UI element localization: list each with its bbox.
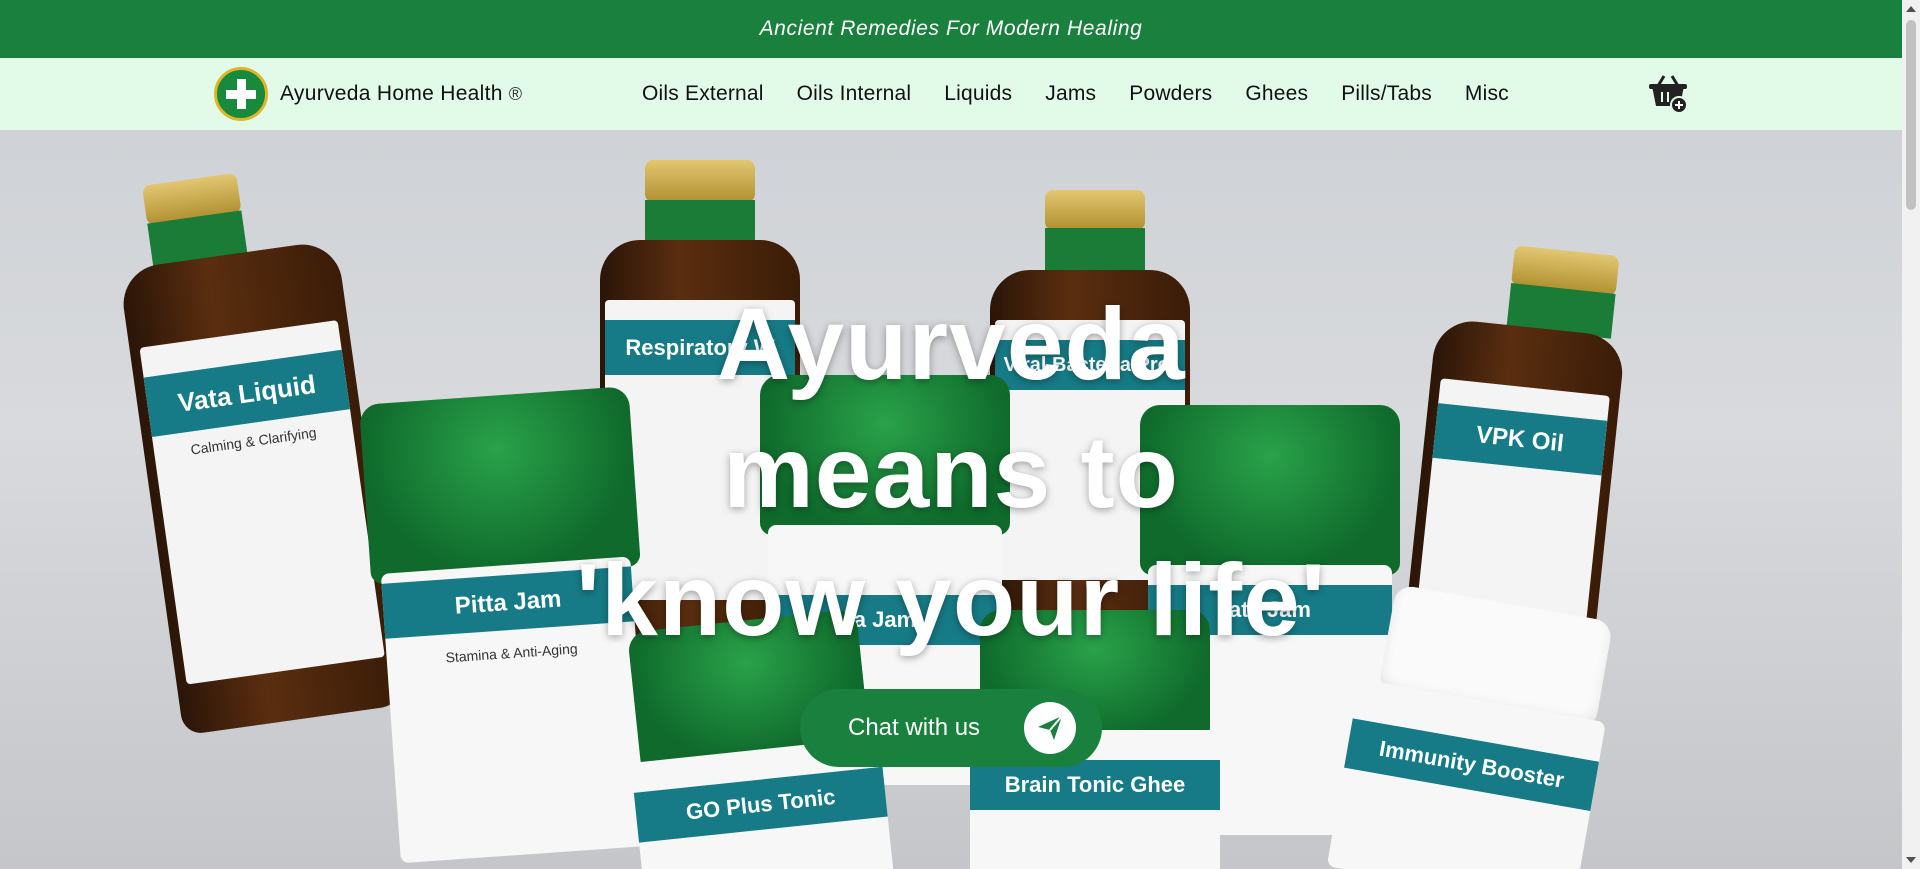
scroll-up-arrow-icon[interactable]	[1906, 6, 1916, 12]
nav-powders[interactable]: Powders	[1129, 82, 1212, 106]
immunity-label: Immunity Booster	[1344, 718, 1599, 812]
hero-line-3: 'know your life'	[575, 543, 1327, 657]
cart-add-icon[interactable]	[1646, 72, 1690, 116]
send-icon	[1024, 702, 1076, 754]
announcement-bar: Ancient Remedies For Modern Healing	[0, 0, 1902, 58]
category-nav: Oils External Oils Internal Liquids Jams…	[642, 58, 1542, 130]
nav-jams[interactable]: Jams	[1045, 82, 1096, 106]
brand-name: Ayurveda Home Health	[280, 82, 503, 105]
goplus-label: GO Plus Tonic	[633, 766, 888, 843]
main-navbar: Ayurveda Home Health ® Oils External Oil…	[0, 58, 1902, 130]
registered-mark: ®	[508, 83, 522, 104]
scroll-down-arrow-icon[interactable]	[1906, 857, 1916, 863]
nav-pills-tabs[interactable]: Pills/Tabs	[1341, 82, 1432, 106]
hero-section: Vata Liquid Calming & Clarifying Respira…	[0, 130, 1902, 869]
brain-label: Brain Tonic Ghee	[970, 760, 1220, 810]
hero-line-2: means to	[723, 415, 1179, 529]
hero-line-1: Ayurveda	[716, 287, 1186, 401]
nav-liquids[interactable]: Liquids	[944, 82, 1012, 106]
chat-with-us-button[interactable]: Chat with us	[800, 689, 1102, 767]
page-scrollbar[interactable]	[1902, 0, 1920, 869]
nav-ghees[interactable]: Ghees	[1245, 82, 1308, 106]
scrollbar-thumb[interactable]	[1906, 20, 1916, 210]
medical-cross-icon	[214, 67, 268, 121]
chat-button-label: Chat with us	[848, 714, 981, 741]
nav-misc[interactable]: Misc	[1465, 82, 1509, 106]
hero-headline: Ayurveda means to 'know your life'	[0, 280, 1902, 664]
brand-link[interactable]: Ayurveda Home Health ®	[214, 67, 522, 121]
announcement-text: Ancient Remedies For Modern Healing	[759, 17, 1143, 40]
nav-oils-external[interactable]: Oils External	[642, 82, 764, 106]
nav-oils-internal[interactable]: Oils Internal	[797, 82, 912, 106]
